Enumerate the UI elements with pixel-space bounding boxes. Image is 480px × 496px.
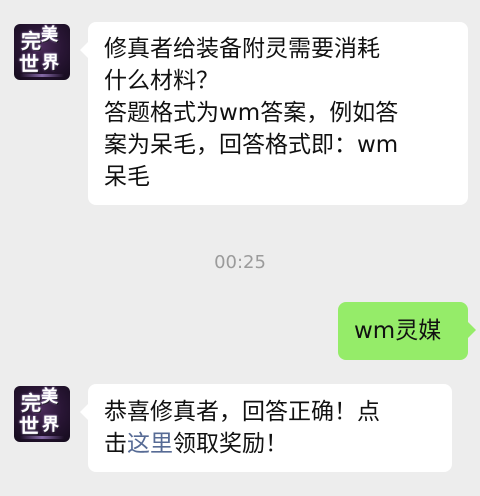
message-text: 击 — [104, 431, 127, 457]
message-text: wm灵媒 — [354, 318, 442, 344]
avatar-glyph: 完 — [21, 391, 41, 415]
sender-avatar[interactable]: 完 美 世 界 — [14, 386, 70, 442]
message-bubble-answer[interactable]: wm灵媒 — [338, 302, 476, 360]
message-line: 案为呆毛，回答格式即：wm — [104, 132, 399, 158]
avatar-glyph: 美 — [41, 387, 58, 407]
avatar-glyph: 世 — [19, 52, 39, 76]
avatar-glyph: 世 — [19, 414, 39, 438]
avatar-glyph: 完 — [21, 29, 41, 53]
message-bubble-reward[interactable]: 恭喜修真者，回答正确！点 击这里领取奖励！ — [80, 384, 452, 472]
sender-avatar[interactable]: 完 美 世 界 — [14, 24, 70, 80]
message-line: 修真者给装备附灵需要消耗 — [104, 36, 380, 62]
message-line: 恭喜修真者，回答正确！点 — [104, 399, 380, 425]
claim-reward-link[interactable]: 这里 — [127, 431, 173, 457]
message-line: 什么材料？ — [104, 68, 219, 94]
avatar-glyph: 美 — [41, 25, 58, 45]
message-line: 呆毛 — [104, 164, 150, 190]
message-line: 答题格式为wm答案，例如答 — [104, 100, 399, 126]
avatar-glyph: 界 — [42, 53, 59, 73]
avatar-glyph: 界 — [42, 415, 59, 435]
message-line: 击这里领取奖励！ — [104, 428, 438, 460]
avatar-decoration — [20, 74, 64, 77]
message-bubble-question[interactable]: 修真者给装备附灵需要消耗 什么材料？ 答题格式为wm答案，例如答 案为呆毛，回答… — [80, 22, 468, 205]
message-text: 领取奖励！ — [173, 431, 288, 457]
message-timestamp: 00:25 — [214, 252, 266, 273]
avatar-decoration — [20, 436, 64, 439]
